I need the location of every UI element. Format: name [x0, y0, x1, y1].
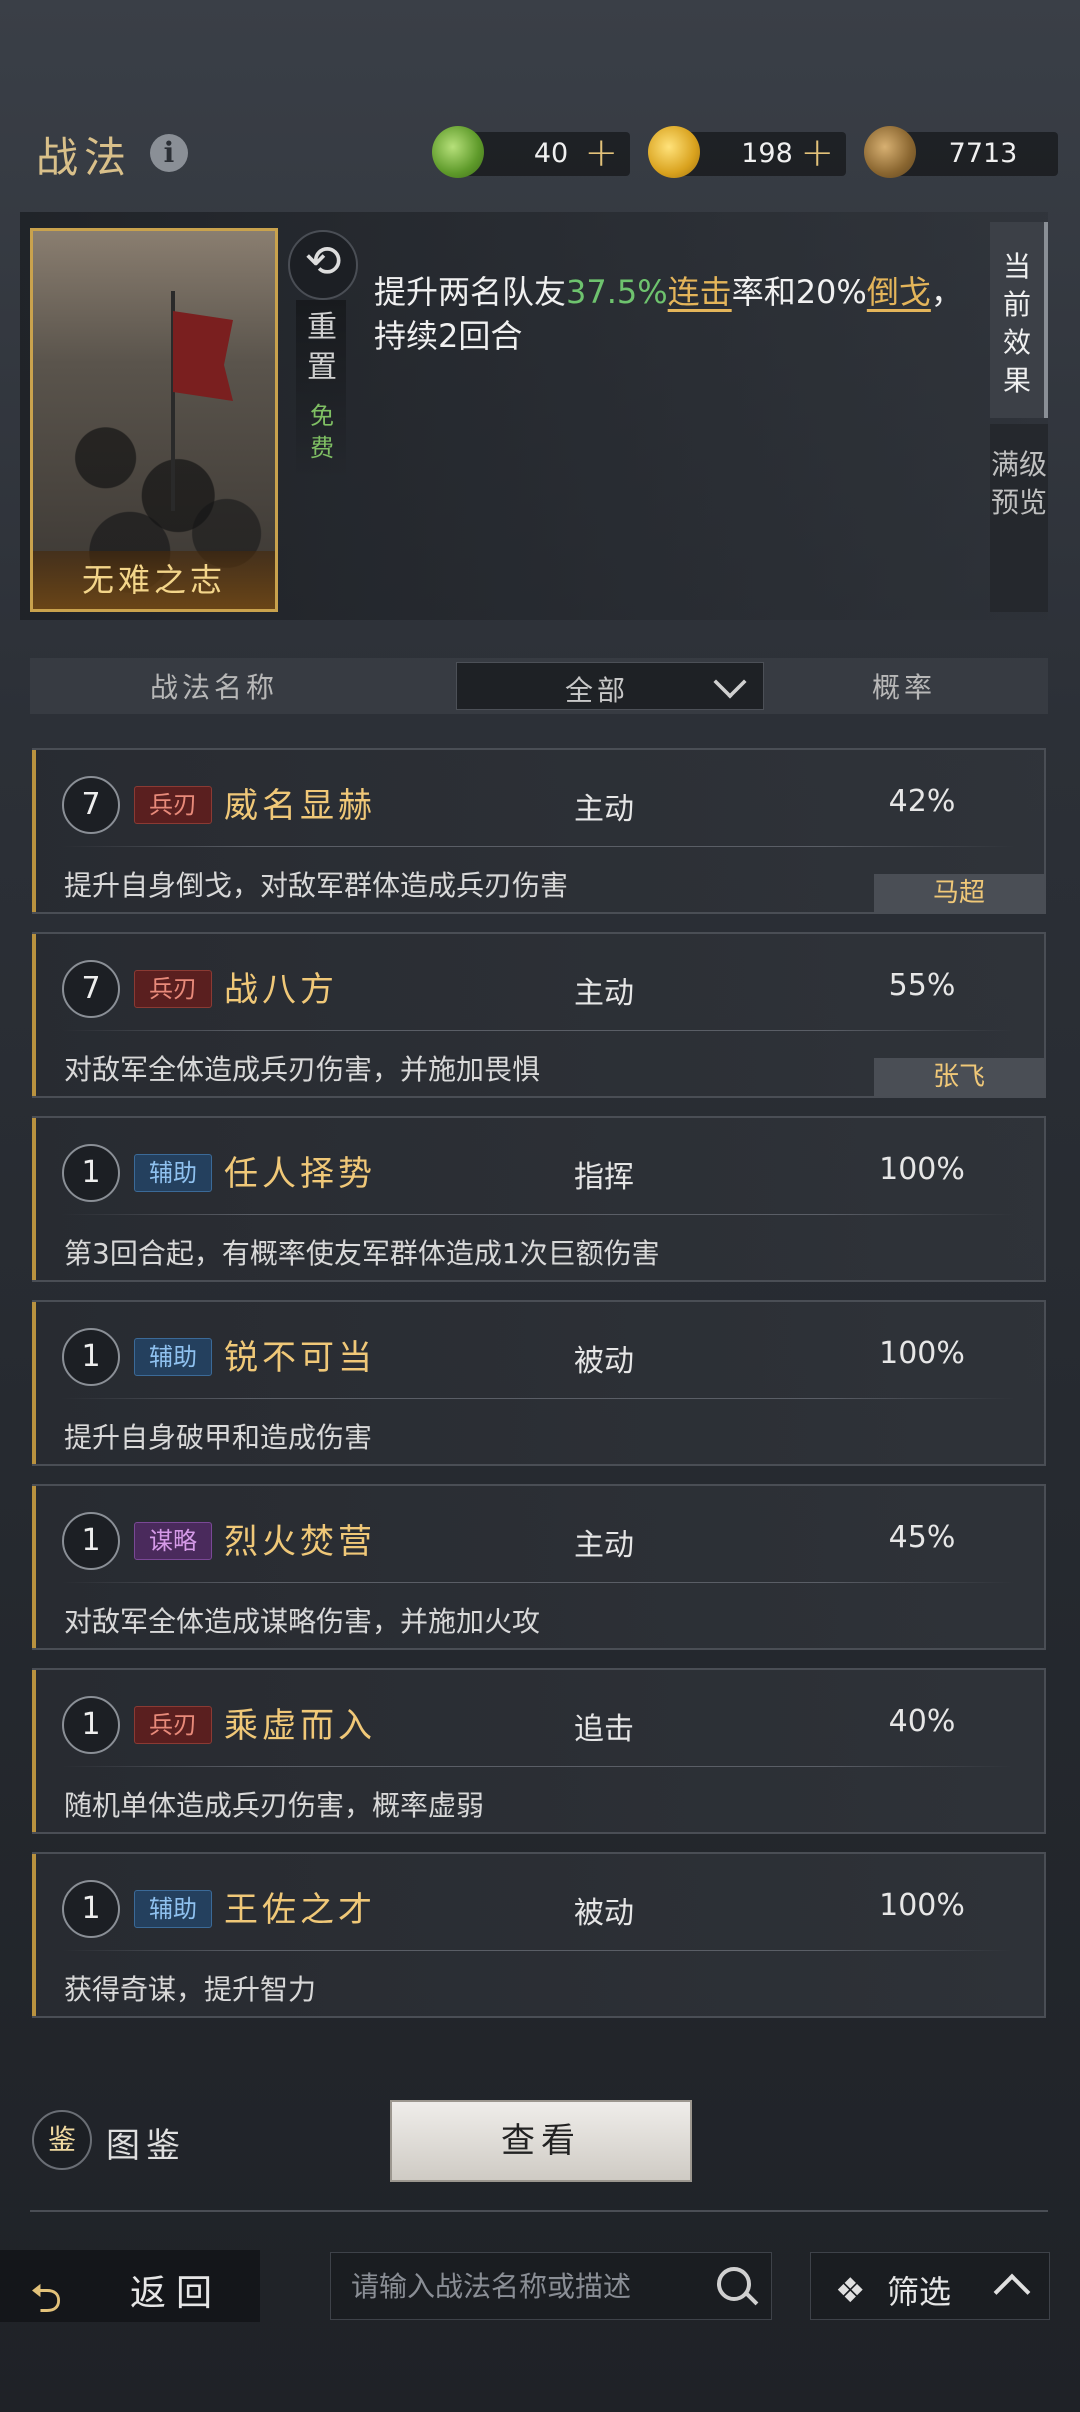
- level-badge: 7: [62, 960, 120, 1018]
- skill-rate: 100%: [879, 1336, 965, 1371]
- skill-desc: 提升自身破甲和造成伤害: [64, 1421, 373, 1454]
- skill-desc: 获得奇谋，提升智力: [64, 1973, 317, 2006]
- category-dropdown[interactable]: 全部: [456, 662, 764, 710]
- skill-type: 追击: [574, 1712, 634, 1747]
- resource-gold[interactable]: 198 +: [648, 126, 846, 178]
- level-badge: 1: [62, 1696, 120, 1754]
- skill-row[interactable]: 1 辅助 锐不可当 被动 100% 提升自身破甲和造成伤害: [32, 1300, 1046, 1466]
- filter-label: 筛选: [887, 2273, 952, 2311]
- add-gold-button[interactable]: +: [800, 130, 834, 176]
- skill-type: 指挥: [574, 1160, 634, 1195]
- skill-tag: 谋略: [134, 1522, 212, 1560]
- dropdown-value: 全部: [564, 674, 629, 707]
- skill-tag: 辅助: [134, 1890, 212, 1928]
- skill-type: 被动: [574, 1896, 634, 1931]
- copper-coin-icon: [864, 126, 916, 178]
- level-badge: 1: [62, 1512, 120, 1570]
- column-rate: 概率: [872, 671, 937, 704]
- skill-rate: 42%: [888, 784, 956, 819]
- skill-name: 烈火焚营: [224, 1522, 376, 1562]
- reset-button[interactable]: 重置: [302, 308, 342, 388]
- free-label: 免费: [310, 402, 334, 462]
- filter-icon: ❖: [835, 2271, 866, 2311]
- back-arrow-icon: ⮌: [30, 2276, 63, 2322]
- skill-desc: 提升自身倒戈，对敌军群体造成兵刃伤害: [64, 869, 569, 902]
- add-jade-button[interactable]: +: [584, 130, 618, 176]
- skill-name: 任人择势: [224, 1154, 376, 1194]
- filter-button[interactable]: ❖ 筛选: [810, 2252, 1050, 2320]
- card-name: 无难之志: [33, 551, 275, 609]
- combo-link[interactable]: 连击: [668, 273, 732, 311]
- encyclopedia-button[interactable]: 图鉴: [106, 2118, 186, 2167]
- hero-label[interactable]: 张飞: [874, 1058, 1044, 1096]
- level-badge: 1: [62, 1880, 120, 1938]
- banner-flag: [173, 311, 233, 401]
- skill-rate: 45%: [888, 1520, 956, 1555]
- reset-icon[interactable]: ⟲: [288, 230, 358, 300]
- skill-row[interactable]: 1 谋略 烈火焚营 主动 45% 对敌军全体造成谋略伤害，并施加火攻: [32, 1484, 1046, 1650]
- skill-card[interactable]: 无难之志: [30, 228, 278, 612]
- jade-coin-icon: [432, 126, 484, 178]
- skill-row[interactable]: 7 兵刃 威名显赫 主动 42% 提升自身倒戈，对敌军群体造成兵刃伤害 马超: [32, 748, 1046, 914]
- search-input[interactable]: [349, 2265, 693, 2309]
- skill-tag: 兵刃: [134, 970, 212, 1008]
- back-label: 返回: [130, 2273, 223, 2314]
- skill-type: 主动: [574, 1528, 634, 1563]
- skill-name: 锐不可当: [224, 1338, 376, 1378]
- resource-jade[interactable]: 40 +: [432, 126, 630, 178]
- skill-type: 被动: [574, 1344, 634, 1379]
- effect-text: 提升两名队友37.5%连击率和20%倒戈，持续2回合: [374, 273, 963, 355]
- view-button[interactable]: 查看: [390, 2100, 692, 2182]
- skill-desc: 对敌军全体造成兵刃伤害，并施加畏惧: [64, 1053, 541, 1086]
- chevron-up-icon: [993, 2273, 1031, 2311]
- skill-name: 威名显赫: [224, 786, 376, 826]
- betray-link[interactable]: 倒戈: [867, 273, 931, 311]
- column-name: 战法名称: [150, 671, 279, 704]
- resource-value: 7713: [948, 138, 1018, 169]
- gold-coin-icon: [648, 126, 700, 178]
- skill-tag: 辅助: [134, 1154, 212, 1192]
- search-box[interactable]: [330, 2252, 772, 2320]
- skill-desc: 第3回合起，有概率使友军群体造成1次巨额伤害: [64, 1237, 660, 1270]
- encyclopedia-icon[interactable]: 鉴: [32, 2110, 92, 2170]
- skill-rate: 55%: [888, 968, 956, 1003]
- skill-row[interactable]: 1 辅助 王佐之才 被动 100% 获得奇谋，提升智力: [32, 1852, 1046, 2018]
- skill-tag: 兵刃: [134, 786, 212, 824]
- skill-tag: 兵刃: [134, 1706, 212, 1744]
- skill-row[interactable]: 1 兵刃 乘虚而入 追击 40% 随机单体造成兵刃伤害，概率虚弱: [32, 1668, 1046, 1834]
- skill-rate: 100%: [879, 1152, 965, 1187]
- info-icon[interactable]: i: [150, 134, 188, 172]
- hero-label[interactable]: 马超: [874, 874, 1044, 912]
- level-badge: 1: [62, 1328, 120, 1386]
- level-badge: 1: [62, 1144, 120, 1202]
- search-icon[interactable]: [717, 2267, 751, 2301]
- skill-row[interactable]: 1 辅助 任人择势 指挥 100% 第3回合起，有概率使友军群体造成1次巨额伤害: [32, 1116, 1046, 1282]
- tab-max-preview[interactable]: 满级预览: [990, 424, 1048, 612]
- page-title: 战法: [36, 133, 133, 182]
- skill-desc: 对敌军全体造成谋略伤害，并施加火攻: [64, 1605, 541, 1638]
- skill-rate: 40%: [888, 1704, 956, 1739]
- skill-name: 乘虚而入: [224, 1706, 376, 1746]
- tab-current-effect[interactable]: 当前效果: [990, 222, 1048, 418]
- resource-copper: 7713: [864, 126, 1058, 178]
- skill-row[interactable]: 7 兵刃 战八方 主动 55% 对敌军全体造成兵刃伤害，并施加畏惧 张飞: [32, 932, 1046, 1098]
- skill-tag: 辅助: [134, 1338, 212, 1376]
- skill-type: 主动: [574, 792, 634, 827]
- level-badge: 7: [62, 776, 120, 834]
- skill-rate: 100%: [879, 1888, 965, 1923]
- skill-name: 战八方: [224, 970, 338, 1010]
- back-button[interactable]: ⮌ 返回: [0, 2250, 260, 2322]
- skill-name: 王佐之才: [224, 1890, 376, 1930]
- skill-type: 主动: [574, 976, 634, 1011]
- skill-desc: 随机单体造成兵刃伤害，概率虚弱: [64, 1789, 485, 1822]
